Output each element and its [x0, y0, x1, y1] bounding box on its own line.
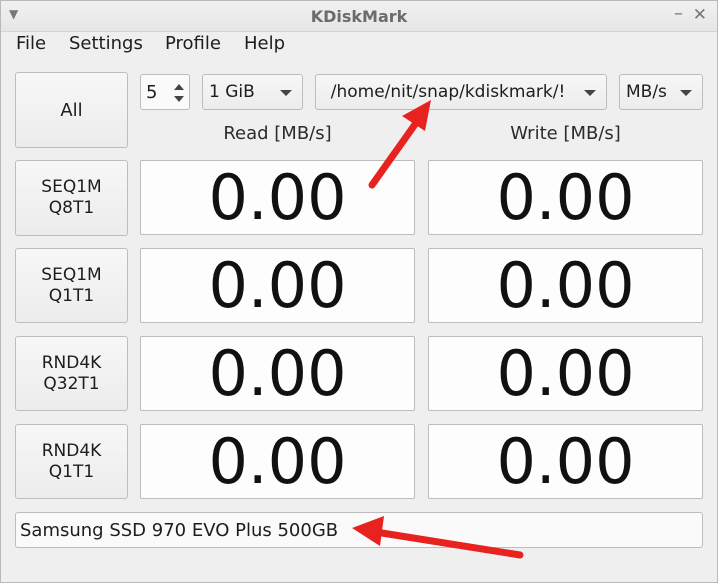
loop-count-value: 5	[146, 82, 158, 103]
menu-profile[interactable]: Profile	[165, 33, 221, 54]
units-value: MB/s	[626, 82, 667, 102]
read-result-seq1m-q8t1: 0.00	[140, 160, 415, 235]
write-result-seq1m-q8t1: 0.00	[428, 160, 703, 235]
test-name: RND4K	[41, 440, 102, 461]
device-info-field[interactable]: Samsung SSD 970 EVO Plus 500GB	[15, 512, 703, 548]
device-info-text: Samsung SSD 970 EVO Plus 500GB	[20, 520, 339, 541]
menu-bar: File Settings Profile Help	[1, 32, 717, 58]
kdiskmark-window: ▼ KDiskMark – ✕ File Settings Profile He…	[0, 0, 718, 583]
write-result-rnd4k-q1t1: 0.00	[428, 424, 703, 499]
test-params: Q1T1	[48, 461, 95, 482]
path-dropdown-icon	[584, 90, 596, 96]
minimize-icon[interactable]: –	[674, 3, 683, 24]
write-result-rnd4k-q32t1: 0.00	[428, 336, 703, 411]
read-result-rnd4k-q1t1: 0.00	[140, 424, 415, 499]
size-combobox[interactable]: 1 GiB	[202, 74, 303, 110]
menu-file[interactable]: File	[16, 33, 46, 54]
menu-help[interactable]: Help	[244, 33, 285, 54]
units-dropdown-icon	[680, 90, 692, 96]
write-result-seq1m-q1t1: 0.00	[428, 248, 703, 323]
window-title: KDiskMark	[310, 7, 408, 26]
spin-down-icon[interactable]	[174, 96, 184, 102]
close-icon[interactable]: ✕	[693, 5, 707, 25]
target-path-value: /home/nit/snap/kdiskmark/!	[330, 82, 566, 102]
test-button-seq1m-q1t1[interactable]: SEQ1M Q1T1	[15, 248, 128, 323]
title-bar: ▼ KDiskMark – ✕	[1, 1, 717, 32]
test-name: SEQ1M	[41, 177, 102, 197]
write-header: Write [MB/s]	[510, 123, 621, 144]
size-value: 1 GiB	[209, 82, 255, 102]
run-all-button[interactable]: All	[15, 72, 128, 148]
menu-settings[interactable]: Settings	[69, 33, 143, 54]
loop-count-spinbox[interactable]: 5	[140, 74, 190, 110]
test-params: Q32T1	[43, 373, 100, 394]
target-path-combobox[interactable]: /home/nit/snap/kdiskmark/!	[315, 74, 607, 110]
test-params: Q1T1	[48, 285, 95, 306]
spin-up-icon[interactable]	[174, 84, 184, 90]
test-button-seq1m-q8t1[interactable]: SEQ1M Q8T1	[15, 160, 128, 236]
read-result-rnd4k-q32t1: 0.00	[140, 336, 415, 411]
units-combobox[interactable]: MB/s	[619, 74, 703, 110]
read-header: Read [MB/s]	[223, 123, 332, 144]
test-name: SEQ1M	[41, 264, 102, 285]
test-button-rnd4k-q1t1[interactable]: RND4K Q1T1	[15, 424, 128, 499]
test-button-rnd4k-q32t1[interactable]: RND4K Q32T1	[15, 336, 128, 411]
read-result-seq1m-q1t1: 0.00	[140, 248, 415, 323]
test-params: Q8T1	[48, 198, 95, 218]
size-dropdown-icon	[280, 90, 292, 96]
run-all-label: All	[60, 99, 83, 121]
test-name: RND4K	[41, 352, 102, 373]
